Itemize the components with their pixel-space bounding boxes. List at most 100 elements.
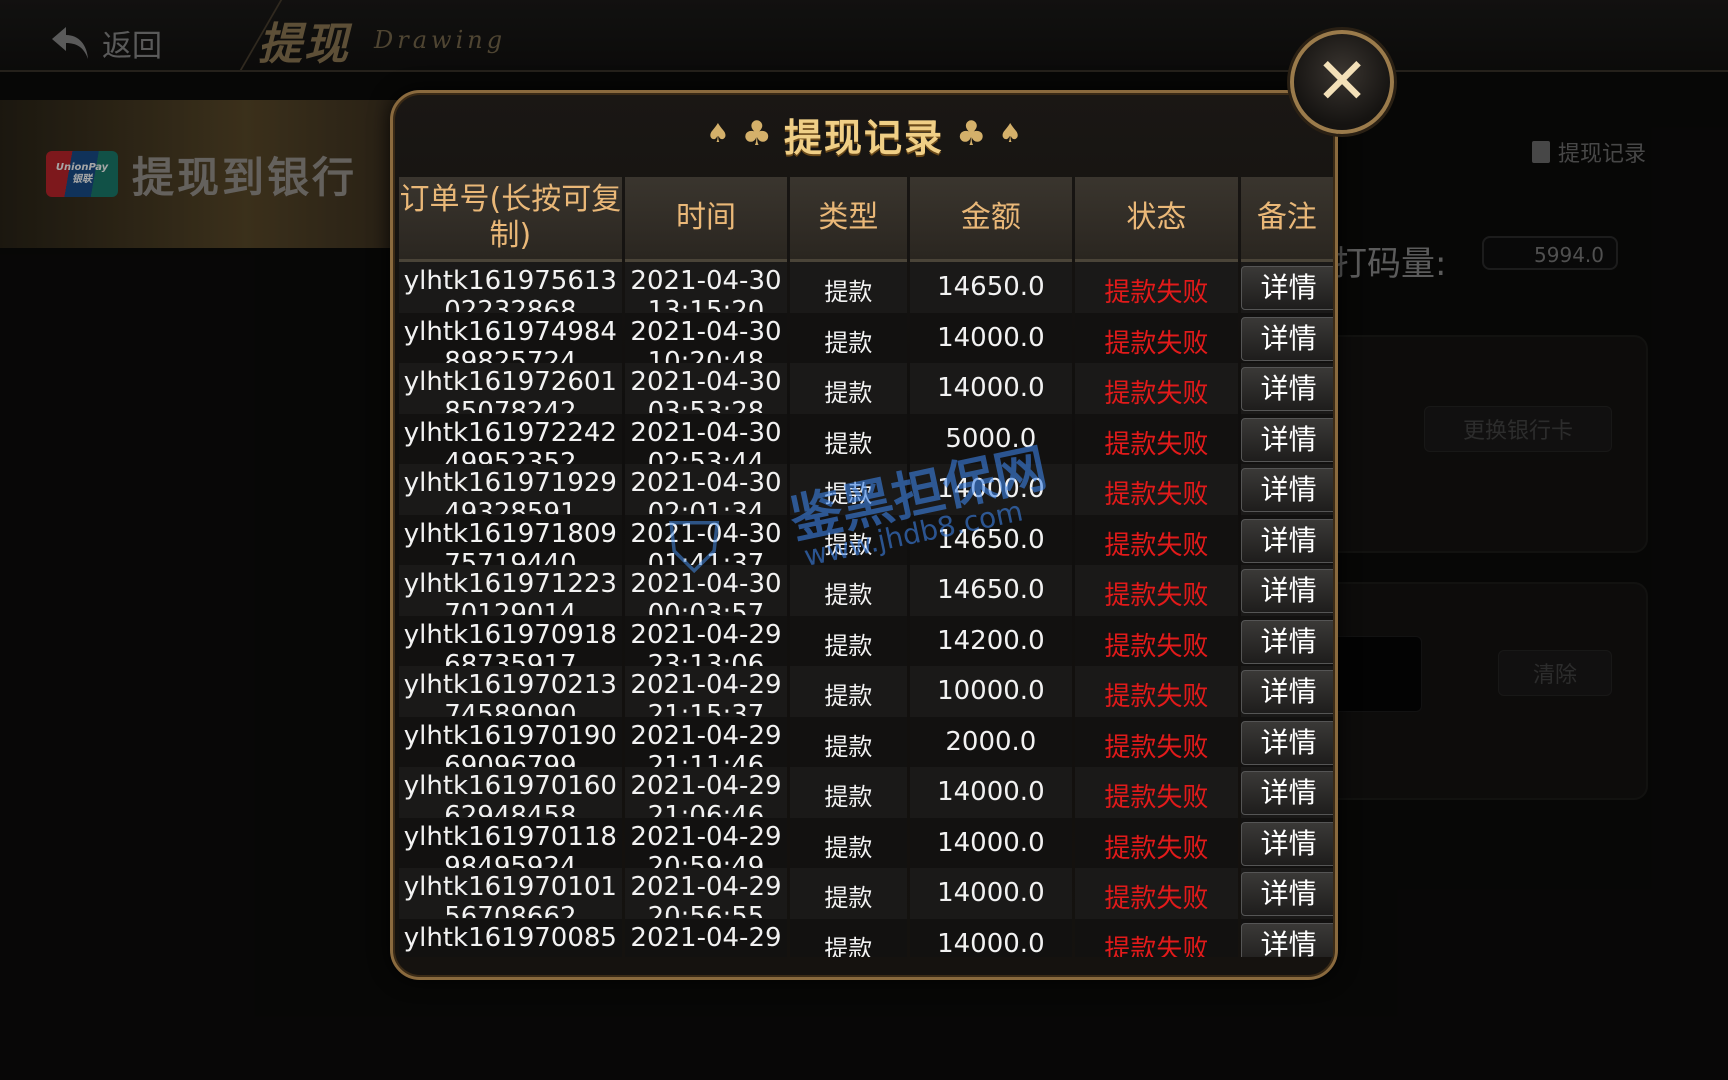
order-id[interactable]: ylhtk161970085 bbox=[399, 919, 622, 958]
order-amount: 14000.0 bbox=[937, 827, 1045, 858]
status-badge: 提款失败 bbox=[1104, 884, 1209, 914]
order-cell[interactable]: ylhtk16197021374589090 bbox=[399, 666, 622, 717]
detail-button[interactable]: 详情 bbox=[1240, 266, 1333, 310]
table-row[interactable]: ylhtk161970085 2021-04-29 提款 14000.0 提款失败 详情 bbox=[399, 918, 1333, 958]
table-row[interactable]: ylhtk16197122370129014 2021-04-30 00:03:5… bbox=[399, 565, 1333, 616]
order-id[interactable]: ylhtk16197010156708662 bbox=[399, 868, 622, 918]
time-cell: 2021-04-29 20:59:49 bbox=[624, 817, 788, 868]
detail-button[interactable]: 详情 bbox=[1240, 417, 1333, 462]
table-row[interactable]: ylhtk16197260185078242 2021-04-30 03:53:2… bbox=[399, 363, 1333, 414]
table-row[interactable]: ylhtk16197224249952352 2021-04-30 02:53:4… bbox=[399, 413, 1333, 464]
amount-cell: 14000.0 bbox=[909, 868, 1073, 919]
amount-cell: 14000.0 bbox=[909, 918, 1073, 958]
detail-button[interactable]: 详情 bbox=[1240, 720, 1333, 765]
table-row[interactable]: ylhtk16197019069096799 2021-04-29 21:11:4… bbox=[399, 716, 1333, 767]
table-row[interactable]: ylhtk16197010156708662 2021-04-29 20:56:5… bbox=[399, 868, 1333, 919]
spade-icon: ♠ bbox=[706, 119, 730, 149]
order-id[interactable]: ylhtk16197498489825724 bbox=[399, 313, 622, 363]
order-cell[interactable]: ylhtk16197561302232868 bbox=[399, 262, 622, 313]
order-id[interactable]: ylhtk16197180975719440 bbox=[399, 515, 622, 565]
table-row[interactable]: ylhtk16197561302232868 2021-04-30 13:15:2… bbox=[399, 262, 1333, 313]
table-row[interactable]: ylhtk16197021374589090 2021-04-29 21:15:3… bbox=[399, 666, 1333, 717]
note-cell: 详情 bbox=[1240, 514, 1333, 565]
order-amount: 14000.0 bbox=[937, 928, 1045, 958]
order-id[interactable]: ylhtk16197016062948458 bbox=[399, 767, 622, 817]
order-amount: 14000.0 bbox=[937, 322, 1045, 353]
detail-button[interactable]: 详情 bbox=[1240, 922, 1333, 957]
order-cell[interactable]: ylhtk16197498489825724 bbox=[399, 312, 622, 363]
status-badge: 提款失败 bbox=[1104, 833, 1209, 864]
detail-button[interactable]: 详情 bbox=[1240, 316, 1333, 361]
order-cell[interactable]: ylhtk16197011898495924 bbox=[399, 817, 622, 868]
order-cell[interactable]: ylhtk16197192949328591 bbox=[399, 464, 622, 515]
order-cell[interactable]: ylhtk16197091868735917 bbox=[399, 615, 622, 666]
order-time: 2021-04-29 20:59:49 bbox=[630, 821, 782, 868]
status-badge: 提款失败 bbox=[1104, 732, 1209, 763]
order-cell[interactable]: ylhtk16197010156708662 bbox=[399, 868, 622, 919]
table-row[interactable]: ylhtk16197498489825724 2021-04-30 10:20:4… bbox=[399, 312, 1333, 363]
status-badge: 提款失败 bbox=[1104, 480, 1209, 510]
detail-button[interactable]: 详情 bbox=[1240, 518, 1333, 563]
time-cell: 2021-04-30 13:15:20 bbox=[624, 262, 788, 313]
detail-button[interactable]: 详情 bbox=[1240, 569, 1333, 613]
order-cell[interactable]: ylhtk16197016062948458 bbox=[399, 767, 622, 818]
table-row[interactable]: ylhtk16197091868735917 2021-04-29 23:13:0… bbox=[399, 615, 1333, 666]
detail-button[interactable]: 详情 bbox=[1240, 367, 1333, 411]
note-cell: 详情 bbox=[1240, 312, 1333, 363]
order-type: 提款 bbox=[824, 530, 873, 559]
amount-cell: 14650.0 bbox=[909, 262, 1073, 313]
status-badge: 提款失败 bbox=[1104, 631, 1209, 662]
table-row[interactable]: ylhtk16197016062948458 2021-04-29 21:06:4… bbox=[399, 767, 1333, 818]
column-header-amount: 金额 bbox=[909, 177, 1073, 262]
time-cell: 2021-04-29 21:06:46 bbox=[624, 767, 788, 818]
record-table-container[interactable]: 订单号(长按可复制) 时间 类型 金额 状态 备注 ylhtk161975613… bbox=[397, 177, 1333, 957]
detail-button[interactable]: 详情 bbox=[1240, 468, 1333, 512]
type-cell: 提款 bbox=[790, 615, 907, 666]
amount-cell: 14000.0 bbox=[909, 767, 1073, 818]
close-modal-button[interactable]: ✕ bbox=[1290, 30, 1394, 134]
order-amount: 14650.0 bbox=[937, 272, 1045, 302]
note-cell: 详情 bbox=[1240, 868, 1333, 919]
order-id[interactable]: ylhtk16197011898495924 bbox=[399, 818, 622, 868]
detail-button[interactable]: 详情 bbox=[1240, 771, 1333, 815]
type-cell: 提款 bbox=[790, 565, 907, 616]
column-header-order: 订单号(长按可复制) bbox=[399, 177, 622, 262]
order-time: 2021-04-30 01:41:37 bbox=[630, 518, 782, 565]
order-id[interactable]: ylhtk16197122370129014 bbox=[399, 565, 622, 615]
order-id[interactable]: ylhtk16197091868735917 bbox=[399, 616, 622, 666]
status-badge: 提款失败 bbox=[1104, 934, 1209, 958]
detail-button[interactable]: 详情 bbox=[1240, 872, 1333, 916]
status-cell: 提款失败 bbox=[1075, 312, 1238, 363]
detail-button[interactable]: 详情 bbox=[1240, 821, 1333, 866]
type-cell: 提款 bbox=[790, 868, 907, 919]
order-time: 2021-04-29 21:15:37 bbox=[630, 670, 782, 716]
type-cell: 提款 bbox=[790, 464, 907, 515]
order-id[interactable]: ylhtk16197021374589090 bbox=[399, 666, 622, 716]
table-row[interactable]: ylhtk16197180975719440 2021-04-30 01:41:3… bbox=[399, 514, 1333, 565]
table-row[interactable]: ylhtk16197011898495924 2021-04-29 20:59:4… bbox=[399, 817, 1333, 868]
order-cell[interactable]: ylhtk16197260185078242 bbox=[399, 363, 622, 414]
order-id[interactable]: ylhtk16197224249952352 bbox=[399, 414, 622, 464]
type-cell: 提款 bbox=[790, 514, 907, 565]
order-cell[interactable]: ylhtk161970085 bbox=[399, 918, 622, 958]
order-time: 2021-04-29 bbox=[630, 922, 782, 953]
amount-cell: 14650.0 bbox=[909, 514, 1073, 565]
order-id[interactable]: ylhtk16197192949328591 bbox=[399, 464, 622, 514]
detail-button[interactable]: 详情 bbox=[1240, 670, 1333, 714]
order-id[interactable]: ylhtk16197019069096799 bbox=[399, 717, 622, 767]
order-cell[interactable]: ylhtk16197019069096799 bbox=[399, 716, 622, 767]
order-amount: 5000.0 bbox=[945, 423, 1037, 454]
order-id[interactable]: ylhtk16197260185078242 bbox=[399, 363, 622, 413]
note-cell: 详情 bbox=[1240, 817, 1333, 868]
detail-button[interactable]: 详情 bbox=[1240, 619, 1333, 664]
order-cell[interactable]: ylhtk16197180975719440 bbox=[399, 514, 622, 565]
status-badge: 提款失败 bbox=[1104, 328, 1209, 359]
order-time: 2021-04-29 21:06:46 bbox=[630, 771, 782, 817]
order-id[interactable]: ylhtk16197561302232868 bbox=[399, 262, 622, 312]
amount-cell: 2000.0 bbox=[909, 716, 1073, 767]
time-cell: 2021-04-30 02:53:44 bbox=[624, 413, 788, 464]
order-cell[interactable]: ylhtk16197224249952352 bbox=[399, 413, 622, 464]
table-row[interactable]: ylhtk16197192949328591 2021-04-30 02:01:3… bbox=[399, 464, 1333, 515]
order-cell[interactable]: ylhtk16197122370129014 bbox=[399, 565, 622, 616]
time-cell: 2021-04-29 21:11:46 bbox=[624, 716, 788, 767]
